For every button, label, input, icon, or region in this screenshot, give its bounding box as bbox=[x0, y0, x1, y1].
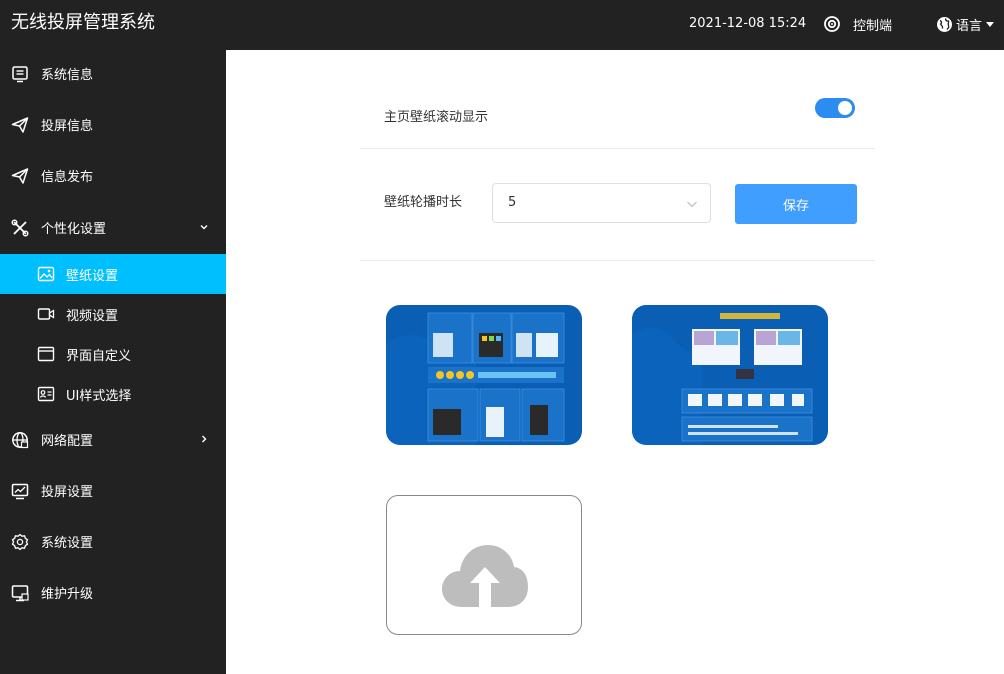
sidebar-subitem-label: 视频设置 bbox=[66, 308, 119, 324]
tools-icon bbox=[11, 219, 29, 237]
sidebar-item-label: 个性化设置 bbox=[41, 221, 107, 237]
app-title: 无线投屏管理系统 bbox=[11, 12, 155, 33]
sidebar-subitem-video[interactable]: 视频设置 bbox=[0, 294, 226, 334]
duration-select[interactable]: 5 bbox=[492, 183, 711, 223]
sidebar-subitem-label: 壁纸设置 bbox=[66, 268, 119, 284]
chevron-right-icon bbox=[202, 435, 207, 443]
sidebar-item-label: 信息发布 bbox=[41, 169, 94, 185]
wallpaper-thumbnail-2[interactable] bbox=[632, 305, 828, 445]
network-globe-icon bbox=[12, 432, 29, 449]
settings-gear-icon bbox=[11, 533, 29, 551]
top-header: 无线投屏管理系统 2021-12-08 15:24 控制端 语言 bbox=[0, 0, 1004, 50]
sidebar-item-system-settings[interactable]: 系统设置 bbox=[0, 521, 226, 561]
sidebar-subitem-interface[interactable]: 界面自定义 bbox=[0, 334, 226, 374]
upload-wallpaper-button[interactable] bbox=[386, 495, 582, 635]
monitor-info-icon bbox=[12, 66, 28, 83]
wallpaper-thumbnail-1[interactable] bbox=[386, 305, 582, 445]
sidebar-item-label: 系统设置 bbox=[41, 535, 94, 551]
image-icon bbox=[37, 266, 55, 282]
wallpaper-image-2 bbox=[632, 305, 828, 445]
toggle-knob bbox=[838, 101, 852, 115]
sidebar-item-network[interactable]: 网络配置 bbox=[0, 419, 226, 459]
save-button[interactable]: 保存 bbox=[735, 184, 857, 224]
sidebar-item-cast-info[interactable]: 投屏信息 bbox=[0, 104, 226, 144]
sidebar-subitem-ui-style[interactable]: UI样式选择 bbox=[0, 374, 226, 414]
globe-icon bbox=[937, 16, 952, 32]
sidebar-item-maintenance[interactable]: 维护升级 bbox=[0, 572, 226, 612]
sidebar-item-cast-settings[interactable]: 投屏设置 bbox=[0, 470, 226, 510]
wallpaper-image-1 bbox=[386, 305, 582, 445]
sidebar-subitem-label: UI样式选择 bbox=[66, 388, 132, 404]
language-label: 语言 bbox=[956, 18, 983, 34]
scroll-display-toggle[interactable] bbox=[815, 98, 855, 118]
paper-plane-icon bbox=[11, 117, 29, 133]
control-end-link[interactable]: 控制端 bbox=[823, 14, 892, 34]
current-datetime: 2021-12-08 15:24 bbox=[689, 16, 807, 31]
monitor-upgrade-icon bbox=[11, 585, 29, 602]
paper-plane-outline-icon bbox=[11, 168, 29, 184]
sidebar-item-system-info[interactable]: 系统信息 bbox=[0, 53, 226, 93]
scroll-display-label: 主页壁纸滚动显示 bbox=[384, 110, 489, 125]
sidebar-item-label: 维护升级 bbox=[41, 586, 94, 602]
sidebar: 系统信息 投屏信息 信息发布 个性化设置 壁纸设置 视频设置 界面自定义 UI样… bbox=[0, 50, 226, 674]
chevron-down-icon bbox=[687, 201, 697, 208]
divider bbox=[360, 260, 875, 261]
sidebar-item-publish[interactable]: 信息发布 bbox=[0, 155, 226, 195]
duration-select-value: 5 bbox=[508, 195, 517, 210]
sidebar-subitem-label: 界面自定义 bbox=[66, 348, 132, 364]
target-icon bbox=[824, 16, 840, 32]
sidebar-subitem-wallpaper[interactable]: 壁纸设置 bbox=[0, 254, 226, 294]
sidebar-item-label: 系统信息 bbox=[41, 67, 94, 83]
sidebar-item-personalization[interactable]: 个性化设置 bbox=[0, 207, 226, 247]
screen-chart-icon bbox=[11, 483, 29, 500]
window-icon bbox=[37, 346, 55, 362]
duration-label: 壁纸轮播时长 bbox=[384, 195, 463, 210]
chevron-down-icon bbox=[200, 225, 208, 230]
video-icon bbox=[37, 308, 55, 320]
id-card-icon bbox=[37, 386, 55, 402]
sidebar-item-label: 投屏信息 bbox=[41, 118, 94, 134]
language-dropdown[interactable]: 语言 bbox=[936, 14, 995, 34]
main-content: 主页壁纸滚动显示 壁纸轮播时长 5 保存 bbox=[226, 50, 1004, 674]
sidebar-item-label: 投屏设置 bbox=[41, 484, 94, 500]
caret-down-icon bbox=[986, 21, 995, 27]
sidebar-item-label: 网络配置 bbox=[41, 433, 94, 449]
control-end-label: 控制端 bbox=[853, 18, 893, 34]
cloud-upload-icon bbox=[442, 545, 528, 607]
divider bbox=[360, 148, 875, 149]
